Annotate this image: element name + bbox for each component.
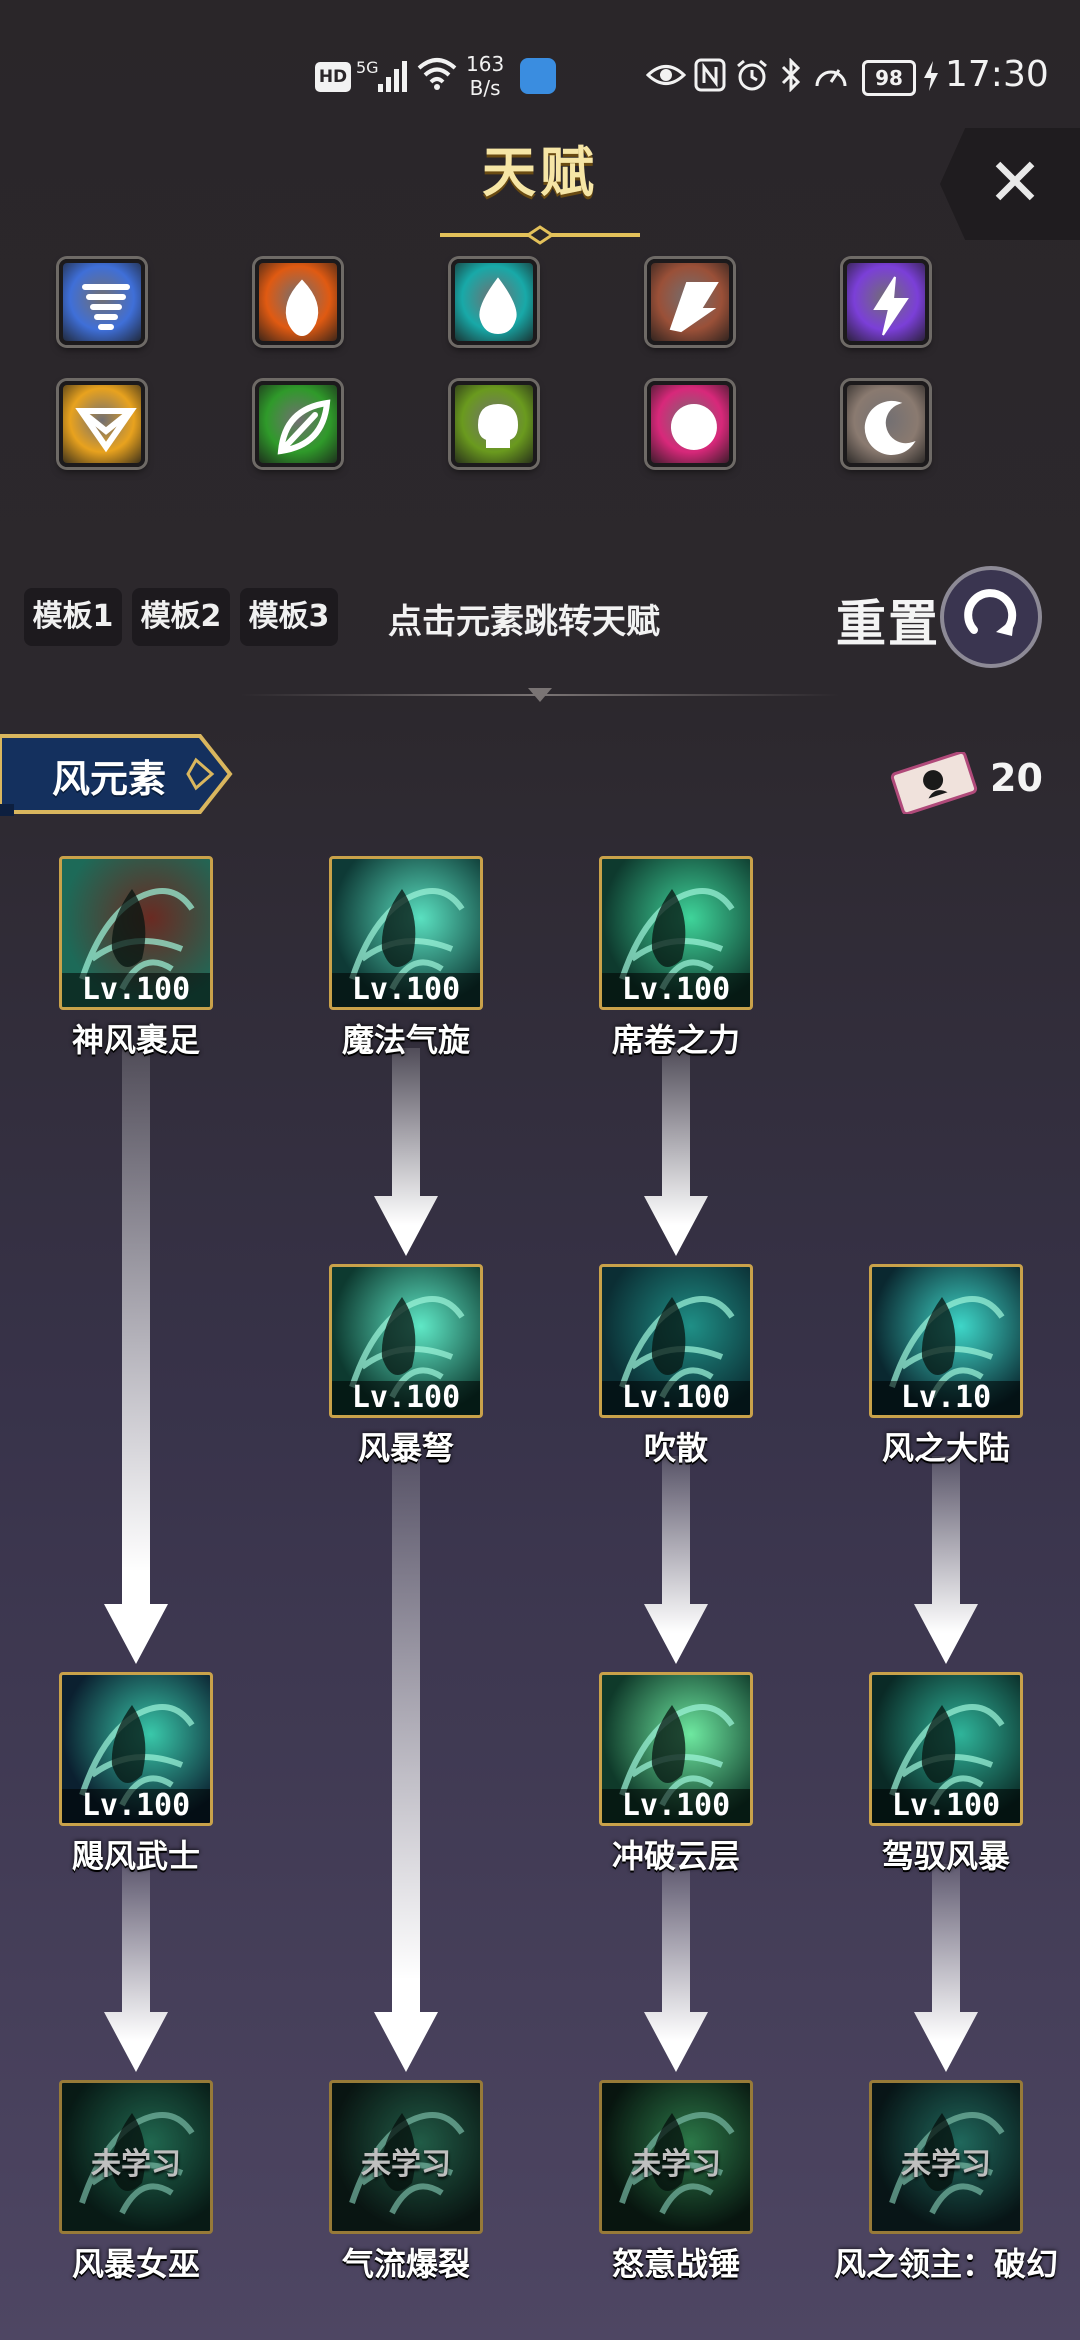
poison-element-icon[interactable] (451, 381, 537, 467)
skill-chongpo-yunceng[interactable]: Lv.100 (599, 1672, 753, 1826)
skill-fengbao-nvwu[interactable]: 未学习 (59, 2080, 213, 2234)
speed-meter-icon (815, 69, 847, 87)
page-title: 天赋 (482, 141, 598, 204)
skill-chuisan[interactable]: Lv.100 (599, 1264, 753, 1418)
wind-element-icon[interactable] (59, 259, 145, 345)
wifi-icon (417, 58, 457, 90)
skill-name: 飓风武士 (71, 1837, 200, 1875)
net-speed-unit: B/s (469, 76, 501, 100)
skill-level: Lv.100 (62, 973, 210, 1007)
refresh-icon (964, 589, 1017, 636)
network-type: 5G (356, 58, 379, 77)
skill-name: 风之领主：破幻 (833, 2245, 1058, 2283)
talent-card-icon (890, 752, 978, 814)
skill-level: Lv.100 (602, 973, 750, 1007)
battery-indicator: 98 (862, 60, 916, 96)
skill-name: 神风裹足 (71, 1021, 200, 1059)
skill-name: 驾驭风暴 (881, 1837, 1010, 1875)
skill-locked-label: 未学习 (91, 2147, 181, 2182)
clock: 17:30 (945, 54, 1049, 95)
skill-name: 怒意战锤 (611, 2245, 740, 2283)
talent-points: 20 (990, 756, 1043, 800)
reset-button[interactable] (944, 570, 1038, 664)
skill-name: 魔法气旋 (341, 1021, 470, 1059)
skill-locked-label: 未学习 (631, 2147, 721, 2182)
charging-icon (924, 61, 938, 91)
skill-name: 风暴弩 (357, 1429, 454, 1467)
skill-locked-label: 未学习 (901, 2147, 991, 2182)
fire-element-icon[interactable] (255, 259, 341, 345)
template-3-button[interactable]: 模板3 (240, 588, 338, 646)
skill-name: 气流爆裂 (341, 2245, 470, 2283)
skill-xijuan-zhili[interactable]: Lv.100 (599, 856, 753, 1010)
skill-shenfeng-guozu[interactable]: Lv.100 (59, 856, 213, 1010)
close-icon[interactable]: ✕ (980, 148, 1050, 218)
skill-level: Lv.100 (62, 1789, 210, 1823)
eye-icon (646, 65, 686, 85)
skill-name: 风之大陆 (881, 1429, 1010, 1467)
hint-text: 点击元素跳转天赋 (388, 602, 660, 642)
skill-level: Lv.100 (602, 1381, 750, 1415)
skill-level: Lv.100 (602, 1789, 750, 1823)
app-notification-icon (520, 58, 556, 94)
lightning-element-icon[interactable] (843, 259, 929, 345)
skill-feng-zhi-lingzhu[interactable]: 未学习 (869, 2080, 1023, 2234)
status-bar: HD 5G 163 B/s 98 17:30 (0, 0, 1080, 110)
bluetooth-icon (781, 58, 801, 92)
reset-label[interactable]: 重置 (836, 584, 940, 656)
net-speed-value: 163 (466, 52, 505, 76)
connector-arrow (914, 1456, 978, 1664)
skill-level: Lv.10 (872, 1381, 1020, 1415)
nature-element-icon[interactable] (255, 381, 341, 467)
connector-arrow (914, 1864, 978, 2072)
connector-arrow (374, 1048, 438, 1256)
moon-element-icon[interactable] (843, 381, 929, 467)
skill-level: Lv.100 (872, 1789, 1020, 1823)
skill-name: 吹散 (643, 1429, 708, 1467)
connector-arrow (104, 1864, 168, 2072)
connector-arrow (374, 1456, 438, 2072)
skill-fengbao-nu[interactable]: Lv.100 (329, 1264, 483, 1418)
skill-locked-label: 未学习 (361, 2147, 451, 2182)
connector-arrow (644, 1048, 708, 1256)
title-ornament (440, 225, 640, 245)
earth-element-icon[interactable] (647, 259, 733, 345)
connector-arrow (644, 1864, 708, 2072)
skill-jiayu-fengbao[interactable]: Lv.100 (869, 1672, 1023, 1826)
template-1-button[interactable]: 模板1 (24, 588, 122, 646)
skill-name: 冲破云层 (611, 1837, 740, 1875)
connector-arrow (644, 1456, 708, 1664)
connector-arrow (104, 1048, 168, 1664)
skill-qiliu-baolie[interactable]: 未学习 (329, 2080, 483, 2234)
skill-jufeng-wushi[interactable]: Lv.100 (59, 1672, 213, 1826)
skill-name: 席卷之力 (611, 1021, 740, 1059)
nfc-icon (694, 58, 726, 92)
hd-badge: HD (315, 62, 351, 92)
section-title: 风元素 (52, 757, 167, 801)
alarm-icon (737, 59, 767, 91)
skill-nuyi-zhanchui[interactable]: 未学习 (599, 2080, 753, 2234)
skill-level: Lv.100 (332, 1381, 480, 1415)
signal-icon (378, 60, 408, 92)
template-2-button[interactable]: 模板2 (132, 588, 230, 646)
net-speed: 163 B/s (466, 52, 504, 100)
water-element-icon[interactable] (451, 259, 537, 345)
skill-feng-zhi-dalu[interactable]: Lv.10 (869, 1264, 1023, 1418)
arcane-element-icon[interactable] (647, 381, 733, 467)
light-element-icon[interactable] (59, 381, 145, 467)
skill-name: 风暴女巫 (71, 2245, 200, 2283)
skill-level: Lv.100 (332, 973, 480, 1007)
skill-mofa-qixuan[interactable]: Lv.100 (329, 856, 483, 1010)
